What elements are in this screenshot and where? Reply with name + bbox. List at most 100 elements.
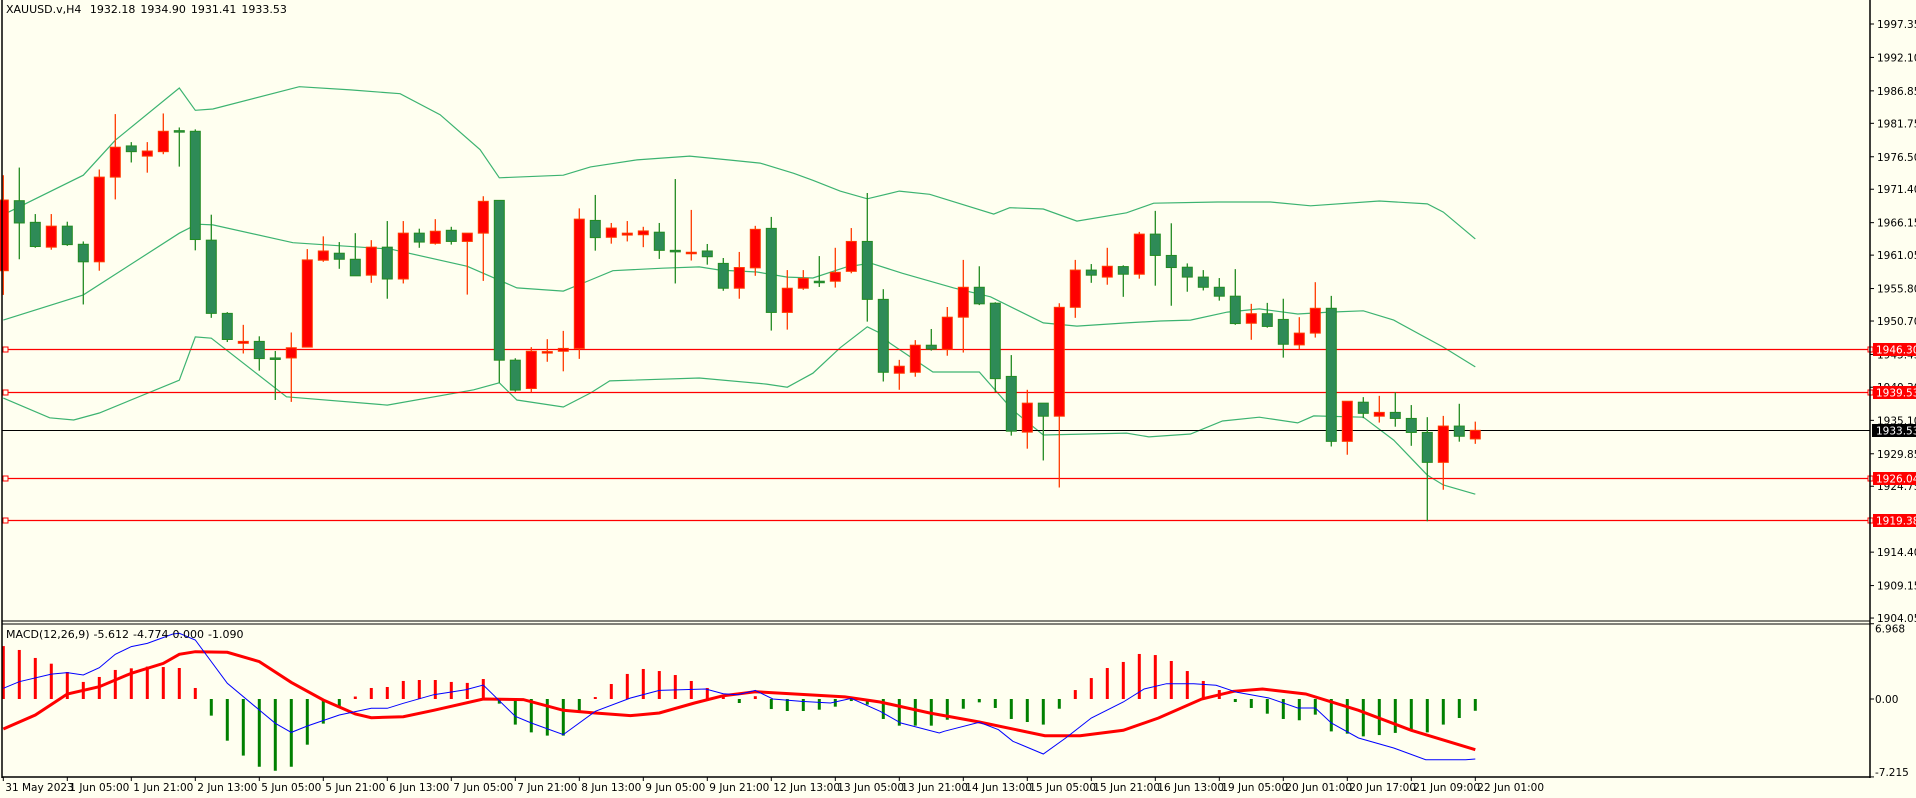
- candle-body: [797, 277, 809, 289]
- candle-body: [509, 359, 521, 391]
- candle-body: [173, 130, 185, 133]
- candle-body: [829, 271, 841, 282]
- candle-body: [1293, 332, 1305, 346]
- candle-body: [429, 230, 441, 244]
- time-tick-label: 13 Jun 21:00: [901, 782, 968, 794]
- candle-body: [605, 227, 617, 238]
- candle-body: [1405, 417, 1417, 433]
- low-price: 1931.41: [190, 3, 237, 16]
- macd-value-3: 0.000: [172, 628, 204, 641]
- horizontal-line-label: 1939.53: [1876, 388, 1916, 400]
- line-handle-left[interactable]: [2, 389, 9, 396]
- candle: [221, 312, 233, 343]
- candle-body: [1245, 313, 1257, 324]
- time-tick-label: 15 Jun 05:00: [1029, 782, 1096, 794]
- candle-body: [13, 200, 25, 224]
- candle-body: [1133, 233, 1145, 275]
- candle-body: [285, 347, 297, 359]
- candle-body: [1277, 318, 1289, 345]
- candle-body: [957, 286, 969, 318]
- candle-body: [1325, 307, 1337, 442]
- symbol-timeframe: XAUUSD.v,H4: [6, 3, 82, 16]
- candle-body: [701, 250, 713, 258]
- candle-body: [0, 199, 9, 272]
- candle-body: [125, 145, 137, 153]
- candle-body: [733, 267, 745, 289]
- candle-body: [221, 312, 233, 340]
- price-tick-label: 1914.40: [1877, 547, 1916, 559]
- candle-body: [1357, 401, 1369, 414]
- candle-body: [1165, 254, 1177, 269]
- candle: [525, 347, 537, 393]
- price-tick-label: 1981.75: [1877, 118, 1916, 130]
- candle-body: [461, 232, 473, 242]
- time-tick-label: 20 Jun 17:00: [1349, 782, 1416, 794]
- candle-body: [109, 146, 121, 178]
- candle-body: [749, 228, 761, 269]
- candle-body: [237, 340, 249, 344]
- time-tick-label: 20 Jun 01:00: [1285, 782, 1352, 794]
- time-tick-label: 15 Jun 21:00: [1093, 782, 1160, 794]
- price-tick-label: 1929.85: [1877, 449, 1916, 461]
- candle-body: [717, 262, 729, 289]
- time-tick-label: 9 Jun 21:00: [709, 782, 769, 794]
- candle-body: [541, 351, 553, 354]
- line-handle-left[interactable]: [2, 475, 9, 482]
- candle-body: [573, 218, 585, 349]
- macd-value-1: -5.612: [93, 628, 130, 641]
- candle-body: [253, 340, 265, 360]
- candle-body: [365, 246, 377, 276]
- candle-body: [77, 243, 89, 263]
- candle-body: [621, 232, 633, 236]
- candle-body: [989, 302, 1001, 380]
- line-handle-left[interactable]: [2, 346, 9, 353]
- candle-body: [413, 232, 425, 243]
- candle-body: [1437, 425, 1449, 463]
- candle-body: [653, 231, 665, 251]
- candle: [877, 289, 889, 382]
- candle-body: [925, 344, 937, 350]
- candle: [749, 225, 761, 276]
- candle-body: [845, 240, 857, 272]
- candle-body: [909, 344, 921, 373]
- price-tick-label: 1955.80: [1877, 284, 1916, 296]
- price-tick-label: 1909.15: [1877, 581, 1916, 593]
- candle-body: [1069, 269, 1081, 308]
- candle-body: [973, 286, 985, 305]
- candle-body: [669, 249, 681, 253]
- candle: [493, 199, 505, 383]
- macd-value-4: -1.090: [207, 628, 244, 641]
- price-tick-label: 1961.05: [1877, 250, 1916, 262]
- macd-tick-label: 0.00: [1875, 694, 1898, 706]
- price-chart[interactable]: 1997.35 1992.10 1986.85 1981.75 1976.50 1971.…: [0, 0, 1916, 798]
- candle-body: [1085, 269, 1097, 276]
- time-tick-label: 31 May 2023: [5, 782, 73, 794]
- horizontal-line-label: 1926.04: [1876, 474, 1916, 486]
- candle-body: [205, 239, 217, 314]
- candle-body: [1101, 265, 1113, 278]
- candle-body: [1469, 429, 1481, 440]
- candle-body: [493, 199, 505, 361]
- time-tick-label: 2 Jun 13:00: [197, 782, 257, 794]
- candle-body: [1149, 233, 1161, 256]
- price-tick-label: 1997.35: [1877, 19, 1916, 31]
- price-tick-label: 1986.85: [1877, 86, 1916, 98]
- time-tick-label: 7 Jun 05:00: [453, 782, 513, 794]
- time-tick-label: 5 Jun 05:00: [261, 782, 321, 794]
- candle: [509, 358, 521, 392]
- candle: [573, 208, 585, 359]
- candle-body: [29, 221, 41, 248]
- time-tick-label: 16 Jun 13:00: [1157, 782, 1224, 794]
- time-tick-label: 5 Jun 21:00: [325, 782, 385, 794]
- candle-body: [189, 130, 201, 241]
- candle-body: [477, 200, 489, 234]
- line-handle-left[interactable]: [2, 517, 9, 524]
- candle-body: [685, 251, 697, 255]
- candle-body: [349, 258, 361, 277]
- candle-body: [1261, 313, 1273, 327]
- macd-value-2: -4.774: [133, 628, 169, 641]
- candle-body: [1037, 402, 1049, 417]
- time-tick-label: 14 Jun 13:00: [965, 782, 1032, 794]
- candle-body: [637, 230, 649, 236]
- price-tick-label: 1971.40: [1877, 184, 1916, 196]
